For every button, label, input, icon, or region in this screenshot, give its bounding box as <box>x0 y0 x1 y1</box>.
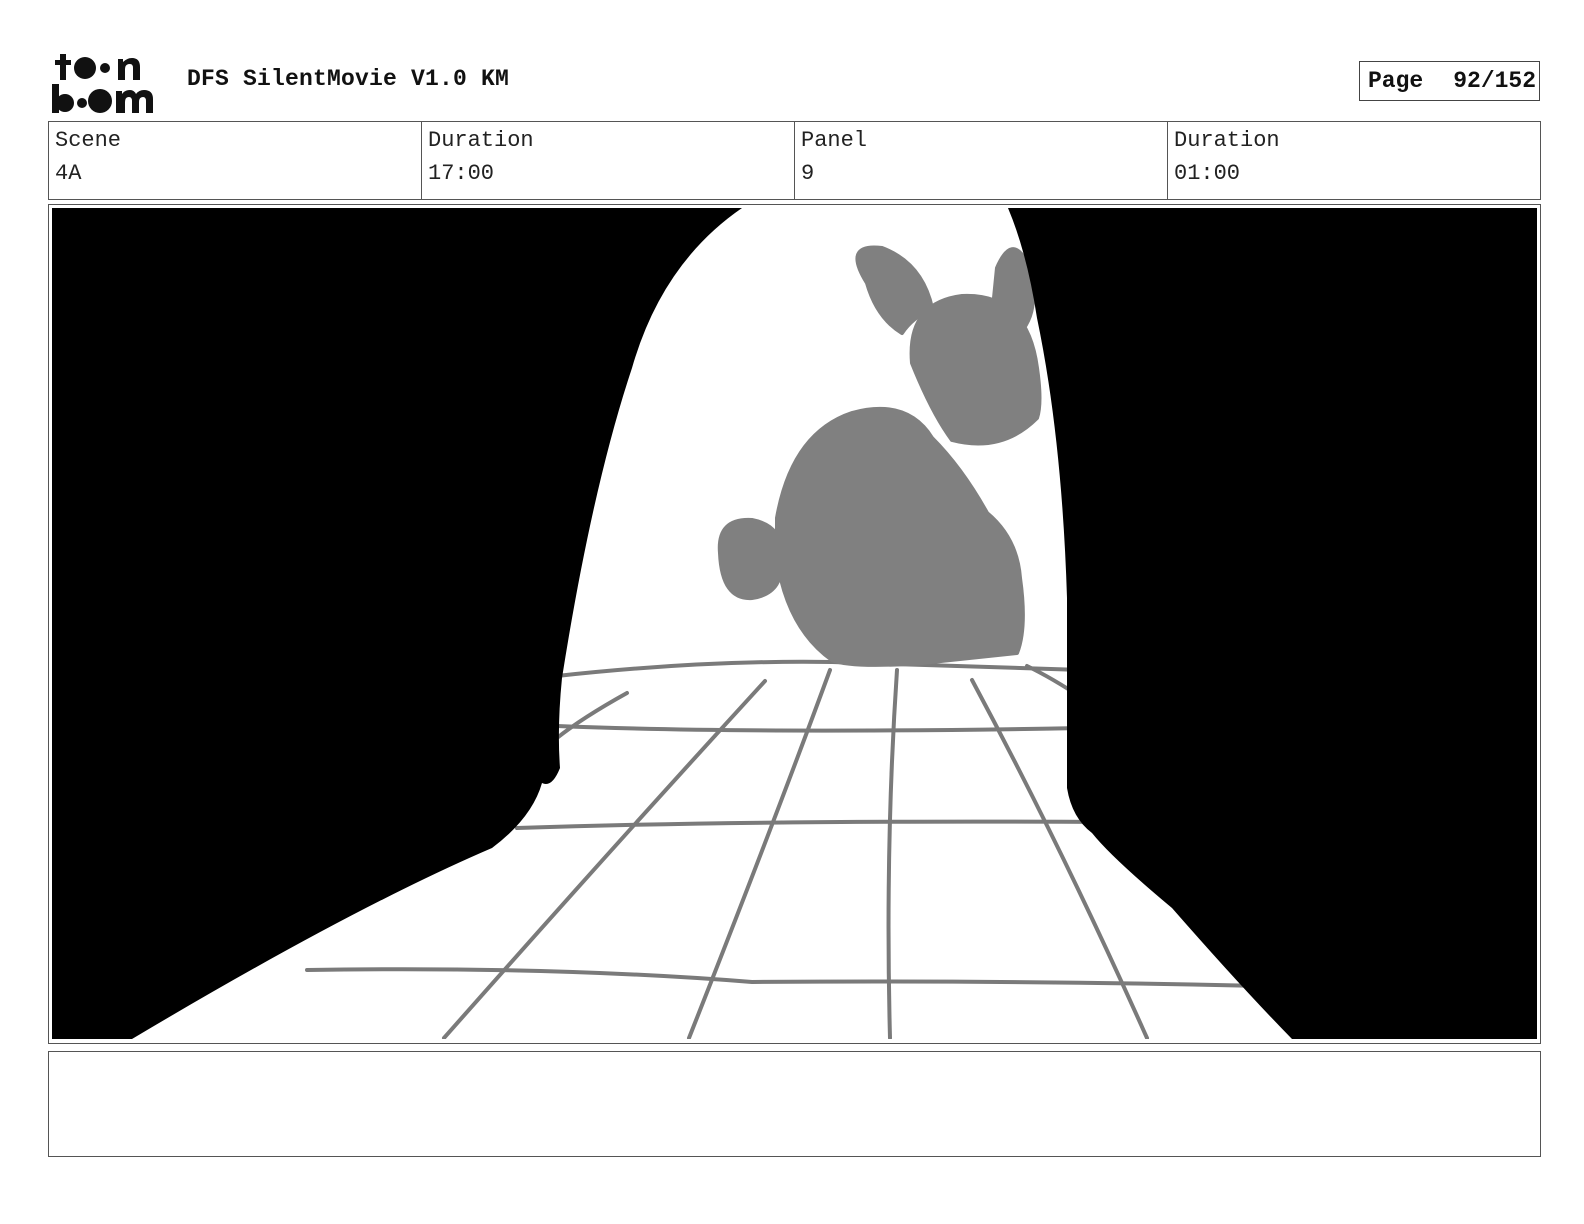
scene-duration-label: Duration <box>428 128 534 153</box>
rabbit-tail <box>717 517 784 601</box>
panel-cell: Panel 9 <box>795 122 1168 199</box>
logo-graphic <box>52 54 153 113</box>
toon-boom-logo <box>52 52 164 114</box>
page-number: 92/152 <box>1453 68 1537 94</box>
scene-cell: Scene 4A <box>49 122 422 199</box>
panel-value: 9 <box>801 161 815 186</box>
document-title: DFS SilentMovie V1.0 KM <box>187 66 510 92</box>
storyboard-panel-image <box>52 208 1537 1039</box>
panel-duration-value: 01:00 <box>1174 161 1241 186</box>
page-label: Page <box>1368 68 1424 94</box>
panel-duration-cell: Duration 01:00 <box>1168 122 1540 199</box>
storyboard-panel-frame <box>48 204 1541 1044</box>
scene-duration-cell: Duration 17:00 <box>422 122 795 199</box>
panel-drawing <box>52 208 1537 1039</box>
scene-value: 4A <box>55 161 82 186</box>
page-indicator: Page 92/152 <box>1359 61 1540 101</box>
scene-duration-value: 17:00 <box>428 161 495 186</box>
panel-duration-label: Duration <box>1174 128 1280 153</box>
panel-notes-box <box>48 1051 1541 1157</box>
scene-label: Scene <box>55 128 122 153</box>
panel-info-table: Scene 4A Duration 17:00 Panel 9 Duration… <box>48 121 1541 200</box>
panel-label: Panel <box>801 128 868 153</box>
